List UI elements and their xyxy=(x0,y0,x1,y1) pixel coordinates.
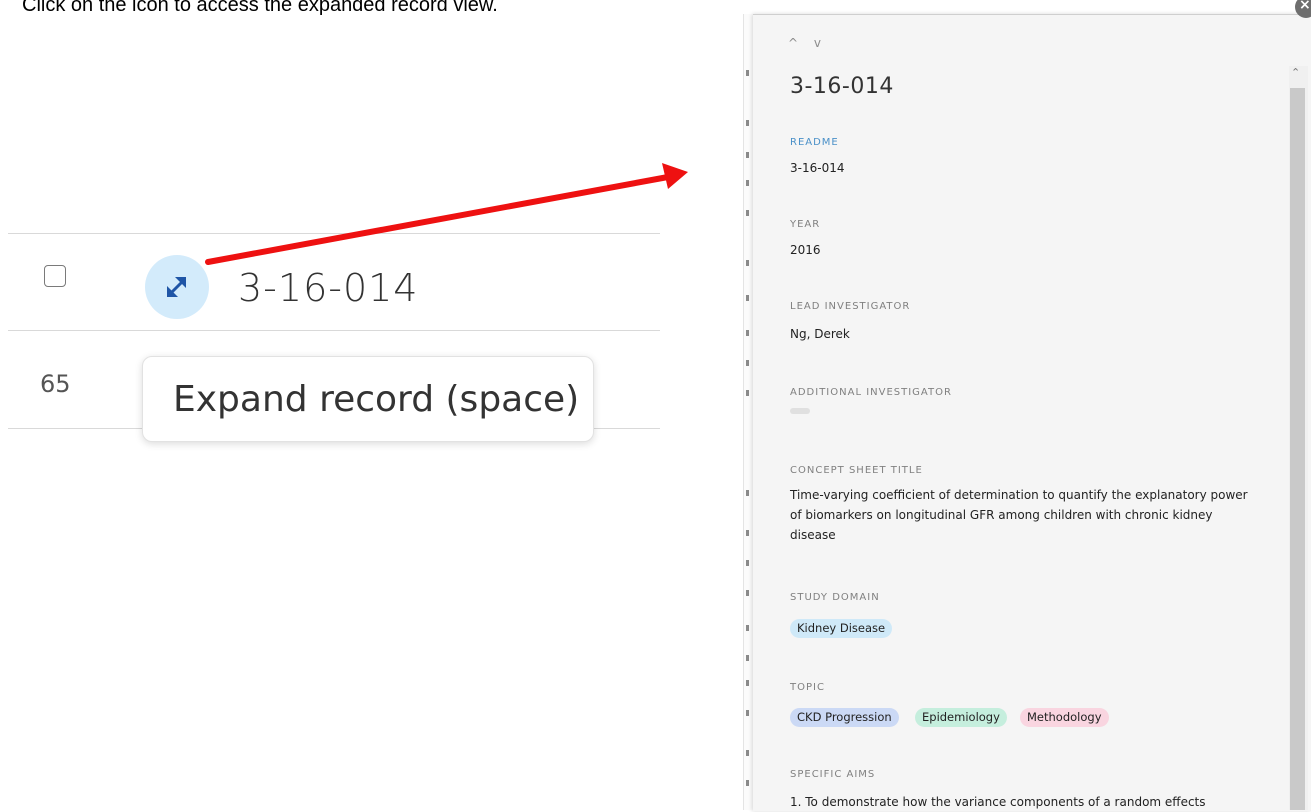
instruction-text: Click on the icon to access the expanded… xyxy=(22,0,498,16)
field-label-topic: TOPIC xyxy=(790,682,825,693)
field-value-specific-aims[interactable]: 1. To demonstrate how the variance compo… xyxy=(790,792,1260,812)
tag-epidemiology[interactable]: Epidemiology xyxy=(915,708,1007,727)
background-content-edge xyxy=(743,60,749,810)
panel-title: 3-16-014 xyxy=(790,74,894,99)
record-name[interactable]: 3-16-014 xyxy=(238,266,418,310)
table-divider xyxy=(8,330,660,331)
row-number: 65 xyxy=(40,370,71,398)
row-checkbox[interactable] xyxy=(44,265,66,287)
table-divider xyxy=(8,233,660,234)
field-label-year: YEAR xyxy=(790,219,821,230)
field-label-lead-investigator: LEAD INVESTIGATOR xyxy=(790,301,911,312)
expanded-record-panel xyxy=(753,14,1311,811)
field-label-specific-aims: SPECIFIC AIMS xyxy=(790,769,876,780)
scroll-thumb[interactable] xyxy=(1290,88,1305,810)
field-label-additional-investigator: ADDITIONAL INVESTIGATOR xyxy=(790,387,952,398)
tag-methodology[interactable]: Methodology xyxy=(1020,708,1109,727)
expand-tooltip: Expand record (space) xyxy=(142,356,594,442)
tooltip-text: Expand record (space) xyxy=(173,379,580,420)
field-value-concept-sheet-title[interactable]: Time-varying coefficient of determinatio… xyxy=(790,485,1260,545)
close-icon: × xyxy=(1299,0,1311,13)
field-label-study-domain: STUDY DOMAIN xyxy=(790,592,880,603)
field-value-readme[interactable]: 3-16-014 xyxy=(790,158,1260,178)
field-value-year[interactable]: 2016 xyxy=(790,240,1260,260)
expand-record-button[interactable] xyxy=(145,255,209,319)
record-nav-arrows[interactable]: ^ v xyxy=(788,36,827,50)
field-label-concept-sheet-title: CONCEPT SHEET TITLE xyxy=(790,465,923,476)
field-value-lead-investigator[interactable]: Ng, Derek xyxy=(790,324,1260,344)
scroll-up-icon[interactable]: ⌃ xyxy=(1291,66,1300,79)
expand-arrows-icon xyxy=(167,277,186,297)
tag-ckd-progression[interactable]: CKD Progression xyxy=(790,708,899,727)
tag-kidney-disease[interactable]: Kidney Disease xyxy=(790,619,893,638)
field-value-additional-investigator[interactable] xyxy=(790,408,810,414)
field-label-readme: README xyxy=(790,137,839,148)
